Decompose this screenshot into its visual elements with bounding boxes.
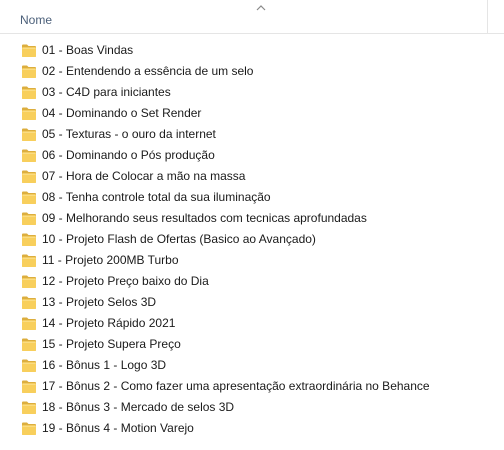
folder-name: 02 - Entendendo a essência de um selo [42,64,254,78]
folder-icon [22,338,36,351]
folder-icon [22,359,36,372]
folder-name: 01 - Boas Vindas [42,43,134,57]
folder-name: 17 - Bônus 2 - Como fazer uma apresentaç… [42,379,430,393]
folder-name: 16 - Bônus 1 - Logo 3D [42,358,167,372]
folder-name: 12 - Projeto Preço baixo do Dia [42,274,209,288]
folder-name: 07 - Hora de Colocar a mão na massa [42,169,246,183]
folder-row[interactable]: 08 - Tenha controle total da sua ilumina… [0,187,504,208]
folder-name: 19 - Bônus 4 - Motion Varejo [42,421,194,435]
folder-row[interactable]: 19 - Bônus 4 - Motion Varejo [0,418,504,439]
folder-icon [22,380,36,393]
folder-name: 08 - Tenha controle total da sua ilumina… [42,190,271,204]
folder-icon [22,65,36,78]
folder-icon [22,275,36,288]
folder-name: 06 - Dominando o Pós produção [42,148,215,162]
folder-row[interactable]: 17 - Bônus 2 - Como fazer uma apresentaç… [0,376,504,397]
chevron-up-icon[interactable] [255,4,267,12]
folder-name: 09 - Melhorando seus resultados com tecn… [42,211,367,225]
folder-name: 14 - Projeto Rápido 2021 [42,316,176,330]
folder-name: 03 - C4D para iniciantes [42,85,171,99]
folder-row[interactable]: 09 - Melhorando seus resultados com tecn… [0,208,504,229]
folder-row[interactable]: 10 - Projeto Flash de Ofertas (Basico ao… [0,229,504,250]
folder-row[interactable]: 05 - Texturas - o ouro da internet [0,124,504,145]
folder-row[interactable]: 18 - Bônus 3 - Mercado de selos 3D [0,397,504,418]
folder-row[interactable]: 15 - Projeto Supera Preço [0,334,504,355]
folder-icon [22,44,36,57]
folder-row[interactable]: 06 - Dominando o Pós produção [0,145,504,166]
folder-row[interactable]: 16 - Bônus 1 - Logo 3D [0,355,504,376]
folder-icon [22,107,36,120]
folder-row[interactable]: 11 - Projeto 200MB Turbo [0,250,504,271]
folder-row[interactable]: 01 - Boas Vindas [0,40,504,61]
folder-row[interactable]: 02 - Entendendo a essência de um selo [0,61,504,82]
folder-row[interactable]: 04 - Dominando o Set Render [0,103,504,124]
folder-icon [22,233,36,246]
folder-name: 18 - Bônus 3 - Mercado de selos 3D [42,400,235,414]
folder-row[interactable]: 03 - C4D para iniciantes [0,82,504,103]
folder-name: 04 - Dominando o Set Render [42,106,202,120]
folder-name: 15 - Projeto Supera Preço [42,337,181,351]
folder-icon [22,401,36,414]
folder-icon [22,317,36,330]
folder-name: 13 - Projeto Selos 3D [42,295,157,309]
folder-row[interactable]: 14 - Projeto Rápido 2021 [0,313,504,334]
folder-icon [22,128,36,141]
file-list: 01 - Boas Vindas 02 - Entendendo a essên… [0,40,504,439]
column-header-name[interactable]: Nome [20,13,52,27]
folder-icon [22,86,36,99]
folder-name: 11 - Projeto 200MB Turbo [42,253,179,267]
folder-row[interactable]: 07 - Hora de Colocar a mão na massa [0,166,504,187]
folder-icon [22,254,36,267]
folder-icon [22,170,36,183]
folder-icon [22,422,36,435]
column-divider[interactable] [487,0,488,34]
folder-icon [22,296,36,309]
folder-name: 05 - Texturas - o ouro da internet [42,127,216,141]
column-header-bar: Nome [0,0,504,34]
folder-row[interactable]: 12 - Projeto Preço baixo do Dia [0,271,504,292]
folder-name: 10 - Projeto Flash de Ofertas (Basico ao… [42,232,316,246]
folder-icon [22,191,36,204]
folder-row[interactable]: 13 - Projeto Selos 3D [0,292,504,313]
folder-icon [22,212,36,225]
folder-icon [22,149,36,162]
